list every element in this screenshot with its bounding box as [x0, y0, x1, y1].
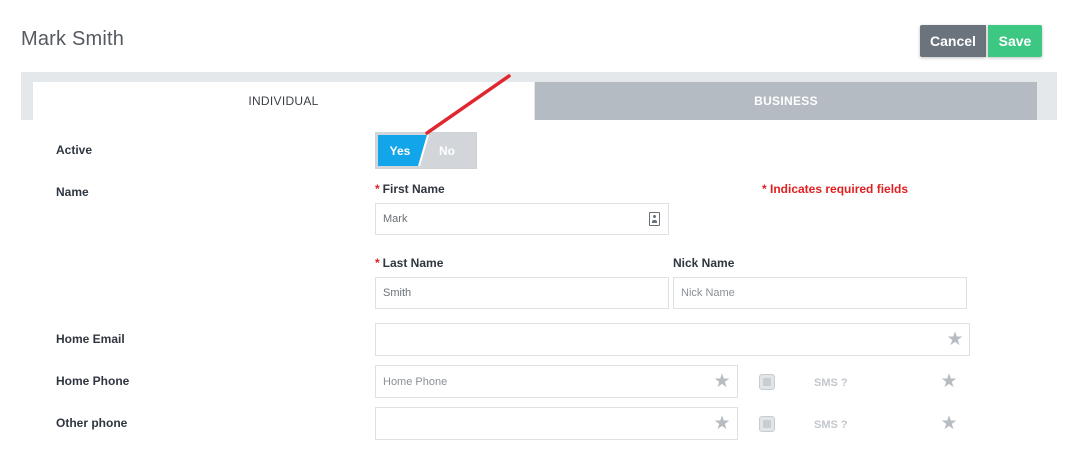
tab-business[interactable]: BUSINESS: [535, 82, 1037, 120]
nick-name-input[interactable]: Nick Name: [673, 277, 967, 309]
star-icon[interactable]: ★: [940, 372, 958, 391]
star-icon[interactable]: ★: [946, 330, 964, 349]
first-name-label: * First Name: [375, 182, 445, 196]
home-phone-placeholder: Home Phone: [383, 375, 448, 388]
sms-checkbox[interactable]: [759, 374, 775, 390]
tab-individual[interactable]: INDIVIDUAL: [33, 82, 534, 120]
required-star: *: [375, 182, 380, 196]
last-name-input[interactable]: Smith: [375, 277, 669, 309]
save-button[interactable]: Save: [988, 25, 1042, 57]
home-phone-input[interactable]: Home Phone: [375, 365, 738, 398]
first-name-label-text: First Name: [382, 182, 445, 196]
active-label: Active: [56, 143, 93, 157]
contact-card-icon[interactable]: [649, 212, 660, 226]
nick-name-placeholder: Nick Name: [681, 287, 735, 299]
sms-label: SMS ?: [814, 377, 848, 389]
sms-checkbox[interactable]: [759, 416, 775, 432]
last-name-label: * Last Name: [375, 256, 443, 270]
cancel-button[interactable]: Cancel: [920, 25, 986, 57]
home-phone-label: Home Phone: [56, 374, 130, 388]
first-name-input[interactable]: Mark: [375, 203, 669, 235]
star-icon[interactable]: ★: [940, 414, 958, 433]
first-name-value: Mark: [383, 213, 408, 225]
home-email-label: Home Email: [56, 332, 125, 346]
toggle-no-option[interactable]: No: [420, 135, 474, 166]
active-toggle[interactable]: No Yes: [375, 132, 477, 169]
name-label: Name: [56, 185, 89, 199]
star-icon[interactable]: ★: [713, 414, 731, 433]
other-phone-input[interactable]: [375, 407, 738, 440]
sms-label: SMS ?: [814, 419, 848, 431]
other-phone-label: Other phone: [56, 416, 128, 430]
star-icon[interactable]: ★: [713, 372, 731, 391]
nick-name-label: Nick Name: [673, 256, 735, 270]
required-fields-note: * Indicates required fields: [762, 182, 909, 196]
required-star: *: [375, 256, 380, 270]
home-email-input[interactable]: [375, 323, 970, 356]
last-name-label-text: Last Name: [382, 256, 444, 270]
last-name-value: Smith: [383, 287, 412, 299]
page-title: Mark Smith: [21, 28, 125, 50]
